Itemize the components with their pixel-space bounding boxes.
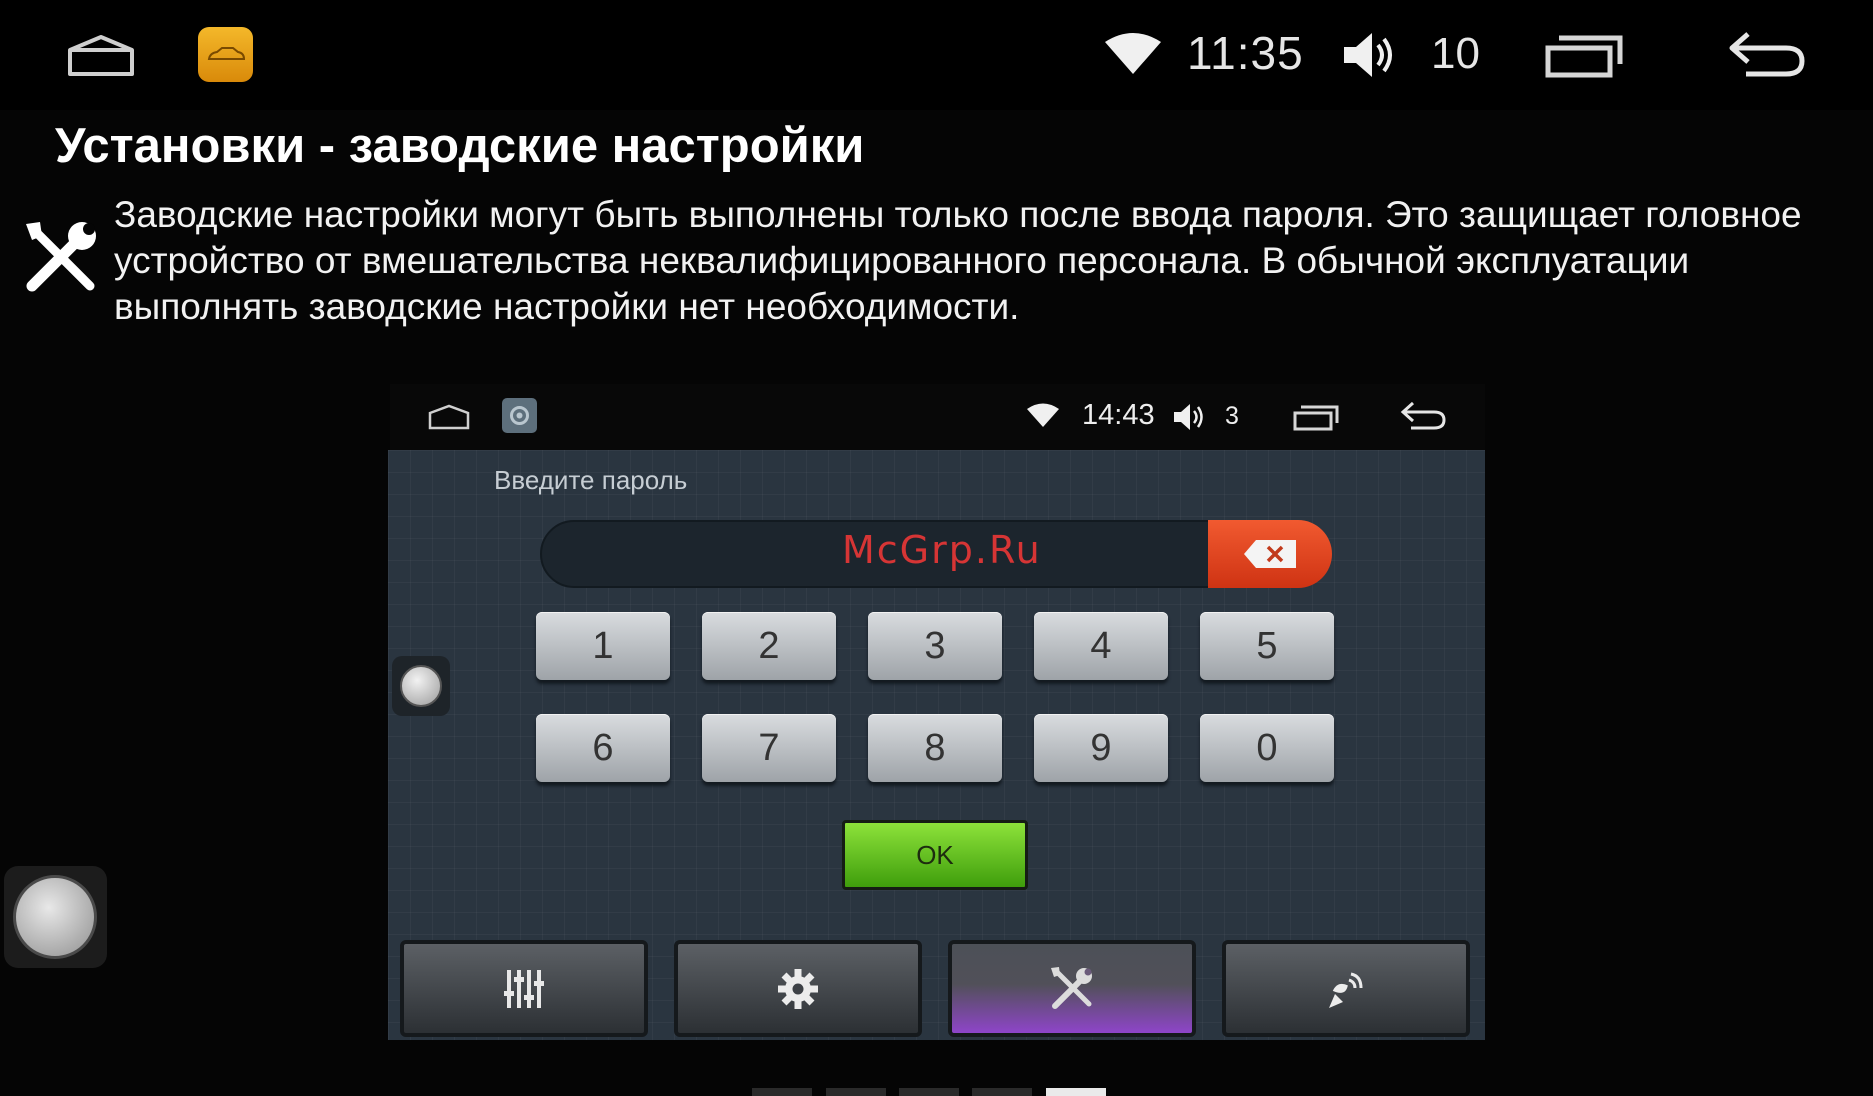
key-5[interactable]: 5 [1200,612,1334,680]
back-icon[interactable] [1726,28,1806,85]
tab-antenna[interactable] [1222,940,1470,1037]
key-7[interactable]: 7 [702,714,836,782]
key-4[interactable]: 4 [1034,612,1168,680]
device-floating-knob[interactable] [392,656,450,716]
device-home-icon[interactable] [428,404,470,435]
device-back-icon[interactable] [1400,400,1446,437]
page-title: Установки - заводские настройки [55,119,865,173]
password-label: Введите пароль [494,465,688,495]
device-volume-icon[interactable] [1172,403,1204,436]
backspace-icon [1244,540,1296,568]
key-1[interactable]: 1 [536,612,670,680]
tab-equalizer[interactable] [400,940,648,1037]
volume-icon[interactable] [1340,31,1396,84]
key-9[interactable]: 9 [1034,714,1168,782]
key-3[interactable]: 3 [868,612,1002,680]
home-icon[interactable] [66,34,136,83]
page-dot-5 [1046,1088,1106,1096]
equalizer-icon [504,969,544,1008]
watermark: McGrp.Ru [842,528,1042,572]
tab-settings[interactable] [674,940,922,1037]
satellite-icon [1329,972,1363,1008]
wifi-icon [1103,30,1163,81]
volume-level: 10 [1431,29,1480,78]
device-wifi-icon [1026,402,1060,433]
page-dot-2 [826,1088,886,1096]
gear-icon [778,968,818,1009]
tab-factory-settings[interactable] [948,940,1196,1037]
device-status-clock: 14:43 [1082,399,1155,431]
device-volume-level: 3 [1225,402,1239,430]
key-2[interactable]: 2 [702,612,836,680]
key-8[interactable]: 8 [868,714,1002,782]
tools-icon [1051,966,1092,1009]
page-dot-1 [752,1088,812,1096]
device-recents-icon[interactable] [1293,405,1339,436]
page-dot-4 [972,1088,1032,1096]
description-text: Заводские настройки могут быть выполнены… [114,194,1802,327]
page-dot-3 [899,1088,959,1096]
device-settings-app-icon[interactable] [502,398,537,433]
tools-icon [22,220,102,301]
key-6[interactable]: 6 [536,714,670,782]
recents-icon[interactable] [1545,34,1623,83]
floating-knob[interactable] [4,866,107,968]
ok-button[interactable]: OK [842,820,1028,890]
backspace-button[interactable] [1208,520,1332,588]
car-app-icon[interactable] [198,27,253,82]
status-clock: 11:35 [1187,27,1304,79]
key-0[interactable]: 0 [1200,714,1334,782]
